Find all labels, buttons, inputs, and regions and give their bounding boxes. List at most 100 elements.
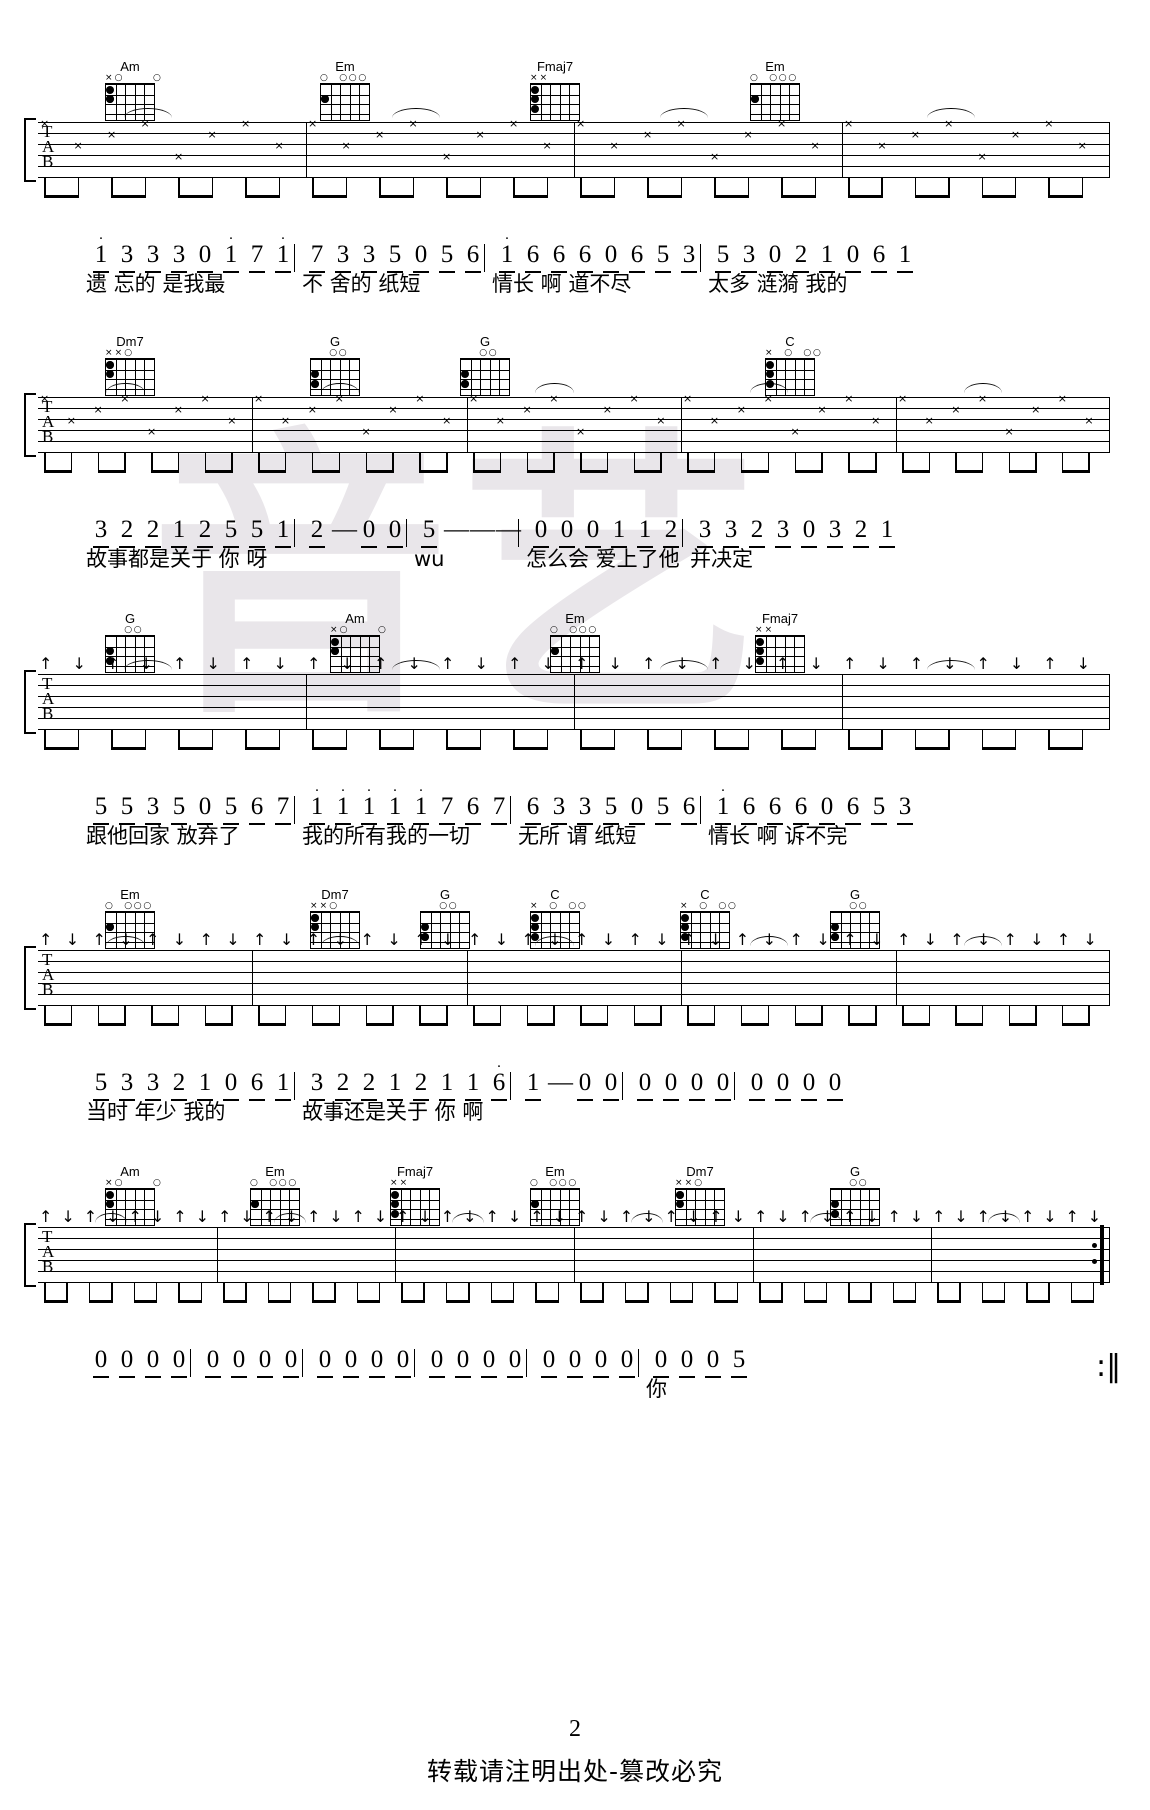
note-number: 2 — [854, 516, 868, 543]
note-beam — [514, 747, 548, 750]
note-number: 0 — [568, 1346, 582, 1373]
fret-string-line — [359, 637, 361, 672]
note-beam — [447, 747, 481, 750]
strum-up-arrow: ↑ — [1065, 1207, 1079, 1226]
strum-down-arrow: ↓ — [816, 930, 830, 949]
mute-x-mark: × — [140, 117, 150, 130]
fret-string-line — [340, 85, 342, 120]
note-number: 0 — [802, 516, 816, 543]
fret-string-line — [550, 1190, 552, 1225]
note-number: 0 — [94, 1346, 108, 1373]
staff-line — [38, 397, 1110, 398]
lyric-text: 不 舍的 纸短 — [302, 272, 421, 296]
fret-string-line — [570, 637, 572, 672]
strum-down-arrow: ↓ — [65, 930, 80, 949]
mute-x-mark: × — [334, 392, 344, 405]
notation-bar-line — [518, 519, 519, 547]
note-beam — [366, 1023, 394, 1026]
chord-grid — [320, 83, 370, 121]
note-beam — [634, 470, 662, 473]
note-number: 0 — [456, 1346, 470, 1373]
note-number: 0 — [560, 516, 574, 543]
fret-wire-line — [531, 922, 579, 924]
open-marker: ○ — [153, 73, 161, 83]
strum-up-arrow: ↑ — [709, 1207, 723, 1226]
system-5-notation: 000000000000000000000005 — [0, 1347, 1150, 1381]
system-5-lyrics: 你 — [0, 1377, 1150, 1411]
bar-line — [1109, 950, 1110, 1006]
fret-wire-line — [461, 379, 509, 380]
chord-name: Am — [345, 611, 365, 626]
chord-grid — [750, 83, 800, 121]
bar-line — [306, 674, 307, 730]
strum-up-arrow: ↑ — [374, 654, 388, 673]
note-number: 5 — [94, 1069, 108, 1096]
mute-x-mark: × — [844, 392, 854, 405]
strum-down-arrow: ↓ — [541, 654, 555, 673]
note-number: 5 — [716, 241, 730, 268]
note-number: 0 — [638, 1069, 652, 1096]
note-number: 7 — [250, 241, 264, 268]
note-number: 7 — [440, 793, 454, 820]
fret-string-line — [480, 360, 482, 395]
note-number: — — [444, 516, 469, 543]
note-number: 5 — [224, 516, 238, 543]
mute-marker: × — [755, 625, 763, 635]
note-number: 2 — [172, 1069, 186, 1096]
chord-markers: × ○ ○ — [325, 626, 386, 635]
mute-x-mark: × — [66, 414, 76, 427]
lyric-text: 情长 啊 诉不完 — [708, 824, 848, 848]
strum-up-arrow: ↑ — [754, 1207, 768, 1226]
note-number: 7 — [492, 793, 506, 820]
note-beam — [982, 1300, 1005, 1303]
mute-x-mark: × — [227, 414, 237, 427]
bar-line — [1109, 122, 1110, 178]
strum-down-arrow: ↓ — [608, 654, 622, 673]
mute-x-mark: × — [93, 403, 103, 416]
staff-letter-b: B — [42, 152, 54, 171]
mute-x-mark: × — [308, 117, 318, 130]
note-beam — [179, 1300, 202, 1303]
mute-marker: × — [105, 73, 113, 83]
note-beam — [420, 1023, 448, 1026]
mute-x-mark: × — [877, 139, 887, 152]
note-number: 0 — [370, 1346, 384, 1373]
fret-wire-line — [421, 922, 469, 924]
note-number: 2 — [664, 516, 678, 543]
strum-down-arrow: ↓ — [742, 654, 756, 673]
note-number: 0 — [198, 793, 212, 820]
mute-x-mark: × — [656, 414, 666, 427]
finger-dot — [681, 913, 689, 922]
staff-line — [38, 419, 1110, 420]
note-beam — [581, 747, 615, 750]
note-number: 5 — [224, 793, 238, 820]
bar-line — [467, 397, 468, 453]
mute-x-mark: × — [415, 392, 425, 405]
fret-string-line — [115, 85, 117, 120]
note-number: 1 · — [90, 232, 112, 268]
strum-down-arrow: ↓ — [373, 1207, 388, 1226]
chord-markers: ○ ○ — [455, 349, 515, 358]
note-beam — [259, 1023, 286, 1026]
slur-arc — [391, 108, 440, 118]
mute-x-mark: × — [120, 392, 130, 405]
note-number: 6 — [466, 793, 480, 820]
strum-down-arrow: ↓ — [172, 930, 187, 949]
staff-letter-b: B — [42, 1257, 54, 1276]
finger-dot — [106, 923, 114, 932]
note-beam — [956, 470, 983, 473]
open-marker: ○ — [329, 901, 338, 911]
open-marker: ○ — [588, 625, 597, 635]
chord-markers: ○ ○ — [305, 349, 365, 358]
chord-markers: × × ○ — [305, 902, 365, 911]
mute-marker: × — [680, 901, 688, 911]
staff-letter-b: B — [42, 980, 54, 999]
mute-x-mark: × — [254, 392, 264, 405]
bar-line — [467, 950, 468, 1006]
fret-wire-line — [766, 369, 814, 371]
open-marker: ○ — [105, 901, 113, 911]
note-number: 6 — [250, 1069, 264, 1096]
note-number: 1 · — [272, 232, 294, 268]
strum-up-arrow: ↑ — [253, 930, 267, 949]
note-beam — [313, 195, 347, 198]
